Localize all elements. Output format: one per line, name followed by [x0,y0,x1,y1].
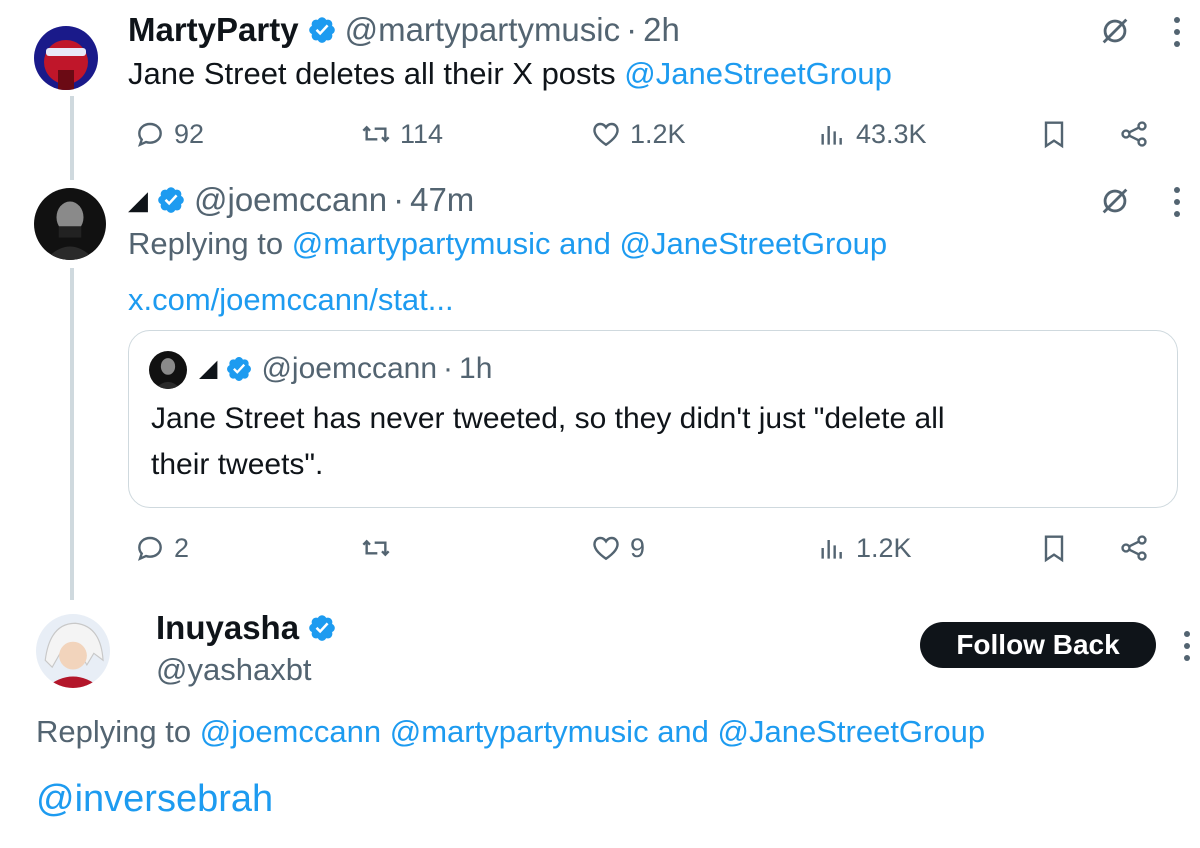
and-text: and [648,714,718,749]
tweet1-text: Jane Street deletes all their X posts @J… [128,54,892,94]
bookmark-icon [1044,121,1064,149]
mention-link[interactable]: @JaneStreetGroup [624,56,892,91]
views-icon [821,126,842,145]
share-icon [1121,121,1147,147]
author-name[interactable]: MartyParty [128,10,299,50]
like-button[interactable]: 1.2K [590,114,686,154]
reply-icon [137,536,162,561]
mention-link[interactable]: @JaneStreetGroup [718,714,986,749]
more-icon[interactable] [1172,16,1182,48]
views-button[interactable]: 43.3K [816,114,927,154]
timestamp[interactable]: 2h [643,10,680,50]
views-icon [821,540,842,559]
tweet-body: Jane Street deletes all their X posts [128,56,625,91]
avatar-image [36,614,110,688]
tweet2-header: ◢ @joemccann · 47m [128,180,474,220]
reply-button[interactable]: 2 [134,528,189,568]
quote-text-line1: Jane Street has never tweeted, so they d… [151,402,945,435]
share-button[interactable] [1118,118,1150,150]
mention-link[interactable]: @joemccann [200,714,381,749]
repost-button[interactable] [360,528,400,568]
author-name[interactable]: Inuyasha [156,608,299,648]
quote-header: ◢ @joemccann · 1h [199,349,492,389]
grok-icon[interactable] [1098,14,1132,48]
follow-back-button[interactable]: Follow Back [920,622,1156,668]
quoted-tweet[interactable]: ◢ @joemccann · 1h Jane Street has never … [128,330,1178,508]
author-handle[interactable]: @joemccann [194,180,387,220]
more-icon[interactable] [1172,186,1182,218]
tweet1-header: MartyParty @martypartymusic · 2h [128,10,680,50]
avatar-image [34,188,106,260]
verified-badge-icon [307,613,337,643]
quote-author-name: ◢ [199,355,218,382]
verified-badge-icon [156,185,186,215]
bookmark-button[interactable] [1038,118,1070,150]
bookmark-icon [1044,535,1064,563]
author-name[interactable]: ◢ [128,180,148,220]
separator: · [443,352,454,385]
like-icon [593,122,619,147]
reply-button[interactable]: 92 [134,114,204,154]
timestamp[interactable]: 47m [410,180,474,220]
more-icon[interactable] [1182,630,1192,662]
like-icon [593,536,619,561]
author-handle[interactable]: @martypartymusic [345,10,621,50]
tweet2-actions: 2 9 1.2K [128,528,1188,568]
views-count: 1.2K [856,532,912,563]
tweet3-replying-to: Replying to @joemccann @martypartymusic … [36,712,985,752]
author-handle[interactable]: @yashaxbt [156,650,312,690]
separator: · [626,11,638,48]
reply-count: 92 [174,118,205,149]
tweet3-text-mention[interactable]: @inversebrah [36,776,273,822]
avatar-image [149,351,187,389]
quote-timestamp: 1h [459,352,493,385]
thread-line-2 [70,268,74,600]
mention-link[interactable]: @martypartymusic [292,226,551,261]
tweet2-replying-to: Replying to @martypartymusic and @JaneSt… [128,224,887,264]
avatar-joemccann[interactable] [34,188,106,260]
mention-link[interactable]: @martypartymusic [390,714,649,749]
like-button[interactable]: 9 [590,528,645,568]
like-count: 9 [630,532,646,563]
and-text: and [550,226,620,261]
verified-badge-icon [225,355,253,383]
avatar-inuyasha[interactable] [36,614,110,688]
repost-icon [362,539,390,557]
avatar-image [34,26,98,90]
separator: · [393,181,405,218]
reply-icon [137,122,162,147]
repost-icon [362,125,390,143]
share-icon [1121,535,1147,561]
quote-text-line2: their tweets". [151,448,324,481]
thread-line-1 [70,96,74,180]
mention-link[interactable]: @JaneStreetGroup [620,226,888,261]
views-count: 43.3K [856,118,927,149]
tweet3-header: Inuyasha [156,608,345,648]
share-button[interactable] [1118,532,1150,564]
replying-prefix: Replying to [36,714,200,749]
replying-prefix: Replying to [128,226,292,261]
tweet2-url-link[interactable]: x.com/joemccann/stat... [128,280,454,320]
like-count: 1.2K [630,118,686,149]
grok-icon[interactable] [1098,184,1132,218]
verified-badge-icon [307,15,337,45]
bookmark-button[interactable] [1038,532,1070,564]
quote-author-handle: @joemccann [261,352,438,385]
quote-avatar [149,351,187,389]
avatar-martyparty[interactable] [34,26,98,90]
tweet1-actions: 92 114 1.2K 43.3K [128,114,1188,154]
repost-button[interactable]: 114 [360,114,443,154]
reply-count: 2 [174,532,190,563]
repost-count: 114 [400,118,444,149]
views-button[interactable]: 1.2K [816,528,912,568]
